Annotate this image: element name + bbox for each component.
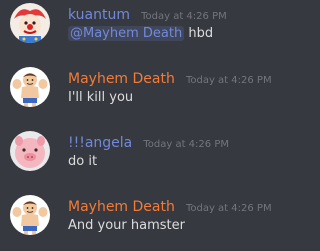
message-header: Mayhem Death Today at 4:26 PM (68, 68, 272, 87)
timestamp: Today at 4:26 PM (143, 139, 229, 150)
muscle-man-avatar[interactable] (10, 195, 50, 235)
message-text: hbd (184, 26, 214, 41)
message-header: !!!angela Today at 4:26 PM (68, 132, 229, 151)
user-mention[interactable]: @Mayhem Death (68, 26, 185, 41)
chat-messages: kuantum Today at 4:26 PM @Mayhem Death h… (0, 0, 284, 251)
message-item: !!!angela Today at 4:26 PM do it (0, 128, 284, 184)
muscle-man-avatar-icon (10, 195, 50, 235)
username[interactable]: kuantum (68, 7, 130, 23)
muscle-man-avatar-icon (10, 67, 50, 107)
username[interactable]: !!!angela (68, 135, 132, 151)
pink-pig-avatar-icon (10, 131, 50, 171)
timestamp: Today at 4:26 PM (141, 11, 227, 22)
timestamp: Today at 4:26 PM (185, 203, 272, 214)
clown-avatar[interactable] (10, 3, 50, 43)
message-text: do it (68, 154, 98, 169)
message-text: And your hamster (68, 218, 185, 233)
message-header: Mayhem Death Today at 4:26 PM (68, 196, 272, 215)
clown-avatar-icon (10, 3, 50, 43)
message-item: Mayhem Death Today at 4:26 PM And your h… (0, 192, 284, 248)
message-content: @Mayhem Death hbd (68, 26, 213, 41)
username[interactable]: Mayhem Death (68, 199, 175, 215)
muscle-man-avatar[interactable] (10, 67, 50, 107)
message-item: Mayhem Death Today at 4:26 PM I'll kill … (0, 64, 284, 120)
timestamp: Today at 4:26 PM (185, 75, 272, 86)
message-header: kuantum Today at 4:26 PM (68, 4, 227, 23)
username[interactable]: Mayhem Death (68, 71, 175, 87)
message-text: I'll kill you (68, 90, 134, 105)
pink-pig-avatar[interactable] (10, 131, 50, 171)
message-item: kuantum Today at 4:26 PM @Mayhem Death h… (0, 0, 284, 56)
